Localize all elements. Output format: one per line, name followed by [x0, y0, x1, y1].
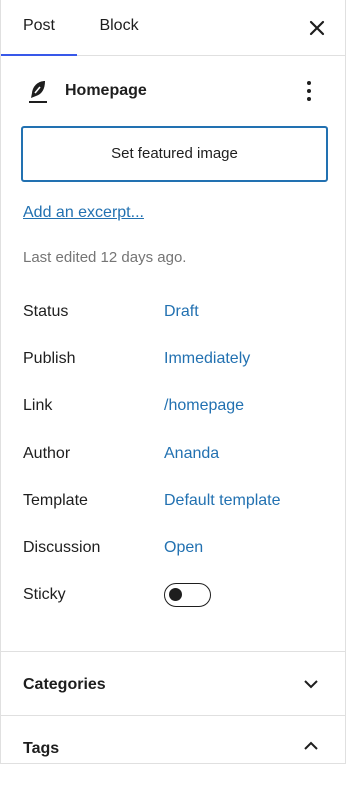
meta-row-template: Template Default template: [1, 492, 345, 516]
options-menu-button[interactable]: [299, 78, 319, 104]
template-value[interactable]: Default template: [164, 492, 281, 510]
meta-label: Discussion: [23, 539, 101, 556]
close-icon: [309, 20, 325, 36]
meta-row-author: Author Ananda: [1, 445, 345, 469]
categories-title: Categories: [23, 676, 106, 693]
add-excerpt-link[interactable]: Add an excerpt...: [23, 204, 144, 222]
meta-row-link: Link /homepage: [1, 397, 345, 421]
categories-panel: Categories: [1, 651, 345, 715]
feather-icon: [29, 81, 47, 103]
meta-label: Link: [23, 397, 53, 414]
meta-row-status: Status Draft: [1, 303, 345, 327]
publish-value[interactable]: Immediately: [164, 350, 250, 368]
bottom-divider: [0, 763, 346, 764]
post-title-row: Homepage: [1, 70, 345, 114]
tags-toggle[interactable]: Tags: [1, 716, 345, 780]
link-value[interactable]: /homepage: [164, 397, 244, 415]
tab-post[interactable]: Post: [1, 0, 77, 56]
toggle-knob: [169, 588, 182, 601]
set-featured-image-button[interactable]: Set featured image: [21, 126, 328, 182]
more-vertical-icon: [307, 81, 311, 101]
meta-label: Status: [23, 303, 69, 320]
meta-label: Template: [23, 492, 88, 509]
tags-panel: Tags: [1, 715, 345, 763]
meta-label: Publish: [23, 350, 76, 367]
chevron-down-icon: [304, 680, 318, 689]
tab-block[interactable]: Block: [87, 0, 151, 56]
discussion-value[interactable]: Open: [164, 539, 203, 557]
categories-toggle[interactable]: Categories: [1, 652, 345, 716]
sidebar-tabs: Post Block: [1, 0, 345, 56]
meta-row-discussion: Discussion Open: [1, 539, 345, 563]
status-value[interactable]: Draft: [164, 303, 199, 321]
meta-label: Author: [23, 445, 71, 462]
page-title: Homepage: [65, 82, 147, 99]
close-button[interactable]: [303, 14, 331, 42]
tags-title: Tags: [23, 740, 60, 757]
chevron-up-icon: [304, 741, 318, 750]
meta-label: Sticky: [23, 586, 66, 603]
last-edited-text: Last edited 12 days ago.: [23, 249, 187, 266]
sticky-toggle[interactable]: [164, 583, 211, 607]
author-value[interactable]: Ananda: [164, 445, 219, 463]
meta-row-publish: Publish Immediately: [1, 350, 345, 374]
post-settings-panel: Post Block Homepage Set featured image A…: [0, 0, 346, 763]
